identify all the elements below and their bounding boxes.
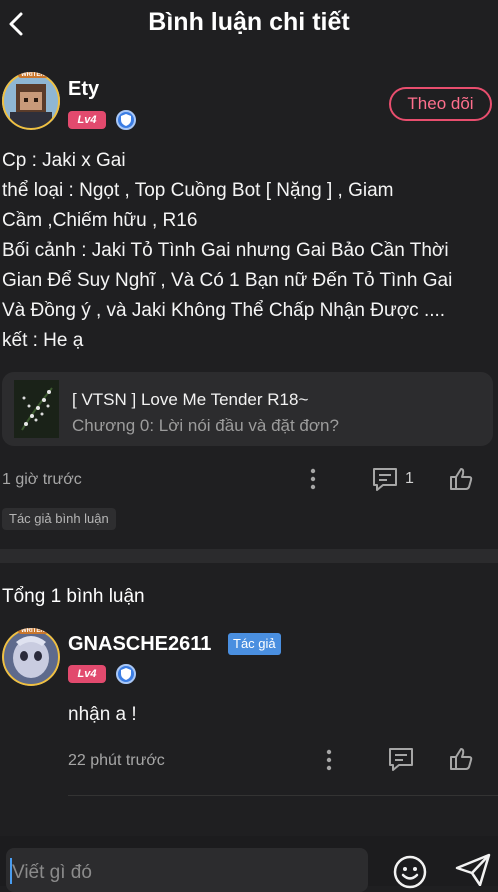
post-line: Và Đồng ý , và Jaki Không Thể Chấp Nhận … — [2, 300, 446, 321]
post-line: kết : He ạ — [2, 330, 84, 351]
post-line: Gian Để Suy Nghĩ , Và Có 1 Bạn nữ Đến Tỏ… — [2, 270, 453, 291]
comment-divider — [68, 795, 498, 796]
shield-icon — [116, 664, 136, 684]
writer-badge: WRITER — [18, 72, 48, 78]
like-icon[interactable] — [448, 466, 474, 492]
section-divider — [0, 549, 498, 563]
avatar-image — [2, 628, 60, 686]
follow-button[interactable]: Theo dõi — [389, 87, 492, 121]
post-line: Cp : Jaki x Gai — [2, 150, 126, 171]
more-vertical-icon[interactable] — [308, 467, 318, 491]
comment-author-name[interactable]: GNASCHE2611 — [68, 633, 211, 656]
page-title: Bình luận chi tiết — [148, 8, 350, 36]
comment-icon[interactable] — [371, 466, 399, 492]
post-line: Cầm ,Chiếm hữu , R16 — [2, 210, 198, 231]
chapter-thumbnail — [14, 380, 59, 438]
comment-time: 22 phút trước — [68, 752, 165, 769]
chapter-title: [ VTSN ] Love Me Tender R18~ — [72, 390, 309, 409]
comment-count: 1 — [405, 470, 414, 487]
comment-total: Tổng 1 bình luận — [2, 586, 145, 607]
chapter-card[interactable]: [ VTSN ] Love Me Tender R18~ Chương 0: L… — [2, 372, 493, 446]
comment-text: nhận a ! — [68, 704, 137, 725]
header: Bình luận chi tiết — [0, 0, 498, 50]
avatar[interactable]: WRITER — [2, 72, 60, 130]
post-line: Bối cảnh : Jaki Tỏ Tình Gai nhưng Gai Bả… — [2, 240, 449, 261]
avatar[interactable]: WRITER — [2, 628, 60, 686]
level-badge: Lv4 — [68, 665, 106, 683]
level-badge: Lv4 — [68, 111, 106, 129]
send-icon[interactable] — [454, 852, 492, 886]
shield-icon — [116, 110, 136, 130]
avatar-image — [2, 72, 60, 130]
comment-icon[interactable] — [387, 746, 415, 772]
chapter-subtitle: Chương 0: Lời nói đầu và đặt đơn? — [72, 416, 339, 435]
comment-input[interactable]: Viết gì đó — [6, 848, 368, 892]
input-placeholder: Viết gì đó — [12, 862, 92, 883]
writer-badge: WRITER — [18, 628, 48, 634]
emoji-icon[interactable] — [392, 854, 428, 890]
author-comment-tag: Tác giả bình luận — [2, 508, 116, 530]
post-time: 1 giờ trước — [2, 471, 82, 488]
post-author-name[interactable]: Ety — [68, 78, 99, 101]
post-line: thể loại : Ngọt , Top Cuồng Bot [ Nặng ]… — [2, 180, 394, 201]
more-vertical-icon[interactable] — [324, 748, 334, 772]
author-tag-badge: Tác giả — [228, 633, 281, 655]
comment-input-bar: Viết gì đó — [0, 836, 498, 892]
like-icon[interactable] — [448, 746, 474, 772]
